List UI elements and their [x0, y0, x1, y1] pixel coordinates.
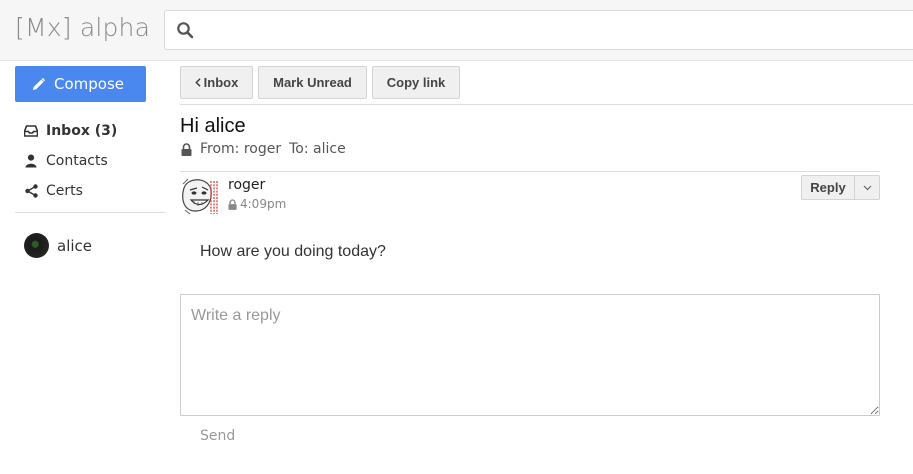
- message-time: 4:09pm: [228, 197, 286, 211]
- sidebar-nav: Inbox (3) Contacts Certs: [24, 116, 165, 206]
- avatar: [24, 233, 49, 258]
- search-icon[interactable]: [176, 21, 194, 39]
- message-body: How are you doing today?: [200, 243, 386, 260]
- compose-label: Compose: [54, 75, 125, 93]
- reply-options-button[interactable]: [855, 176, 879, 199]
- sender-name: roger: [228, 177, 266, 193]
- sidebar-item-label: Certs: [46, 183, 83, 199]
- mark-unread-label: Mark Unread: [273, 75, 352, 90]
- share-icon: [24, 184, 38, 198]
- lock-icon: [181, 142, 192, 156]
- sidebar-item-inbox[interactable]: Inbox (3): [24, 116, 165, 146]
- person-icon: [24, 154, 38, 168]
- sidebar-divider: [15, 212, 165, 213]
- user-name: alice: [57, 236, 93, 255]
- toolbar-divider: [180, 104, 913, 105]
- from-label: From: roger: [200, 141, 282, 157]
- chevron-left-icon: [194, 78, 201, 87]
- reply-button[interactable]: Reply: [802, 176, 855, 199]
- search-bar[interactable]: [164, 10, 913, 50]
- sidebar-item-contacts[interactable]: Contacts: [24, 146, 165, 176]
- reply-button-group: Reply: [801, 175, 880, 200]
- mark-unread-button[interactable]: Mark Unread: [258, 66, 367, 99]
- current-user[interactable]: alice: [24, 233, 92, 258]
- copy-link-label: Copy link: [386, 75, 446, 90]
- pencil-icon: [32, 77, 46, 90]
- sidebar-item-label: Inbox (3): [46, 123, 118, 139]
- back-to-inbox-button[interactable]: Inbox: [180, 66, 253, 99]
- message-meta: From: roger To: alice: [181, 141, 346, 157]
- lock-icon: [228, 198, 237, 210]
- compose-button[interactable]: Compose: [15, 66, 146, 102]
- inbox-icon: [24, 124, 38, 138]
- sender-avatar: [181, 176, 221, 216]
- message-toolbar: Inbox Mark Unread Copy link: [180, 66, 460, 99]
- back-label: Inbox: [203, 75, 239, 90]
- to-label: To: alice: [289, 141, 346, 157]
- app-logo[interactable]: [Mx] alpha: [15, 13, 150, 42]
- top-header: [Mx] alpha: [0, 0, 913, 61]
- reply-textarea[interactable]: [180, 294, 880, 416]
- copy-link-button[interactable]: Copy link: [372, 66, 460, 99]
- message-subject: Hi alice: [180, 115, 246, 137]
- message-divider: [180, 171, 880, 172]
- chevron-down-icon: [863, 185, 871, 190]
- sidebar-item-certs[interactable]: Certs: [24, 176, 165, 206]
- send-button[interactable]: Send: [200, 428, 235, 444]
- sidebar-item-label: Contacts: [46, 153, 108, 169]
- time-label: 4:09pm: [240, 197, 287, 211]
